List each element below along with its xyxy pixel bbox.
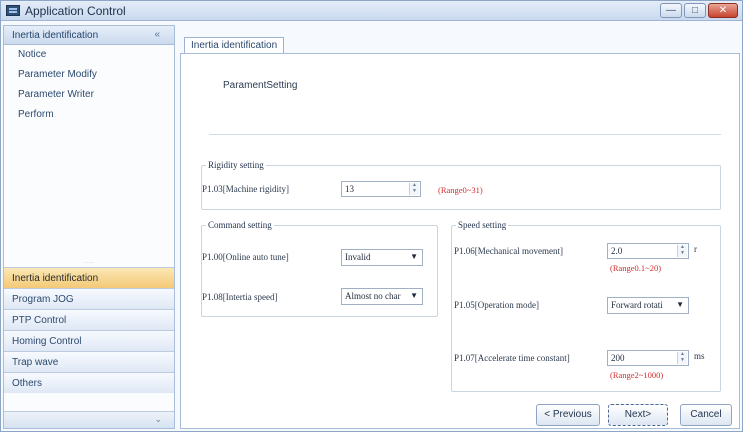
machine-rigidity-value: 13 xyxy=(345,184,354,194)
mechanical-movement-unit: r xyxy=(694,244,697,254)
operation-mode-label: P1.05[Operation mode] xyxy=(454,300,539,310)
cancel-button[interactable]: Cancel xyxy=(680,404,732,426)
nav-header[interactable]: Inertia identification « xyxy=(4,26,174,45)
accelerate-time-unit: ms xyxy=(694,351,705,361)
inertia-speed-select[interactable]: Almost no char ▼ xyxy=(341,288,423,305)
dropdown-arrow-icon: ▼ xyxy=(410,252,418,261)
tab-inertia-identification[interactable]: Inertia identification xyxy=(184,37,285,54)
dropdown-arrow-icon: ▼ xyxy=(676,300,684,309)
nav-item-perform[interactable]: Perform xyxy=(4,105,174,125)
online-auto-tune-select[interactable]: Invalid ▼ xyxy=(341,249,423,266)
speed-setting-group: Speed setting P1.06[Mechanical movement]… xyxy=(451,220,721,392)
minimize-button[interactable]: — xyxy=(660,3,682,18)
nav-sub-items: Notice Parameter Modify Parameter Writer… xyxy=(4,45,174,125)
rigidity-range: (Range0~31) xyxy=(438,185,483,195)
accelerate-time-range: (Range2~1000) xyxy=(610,370,664,380)
dropdown-arrow-icon: ▼ xyxy=(410,291,418,300)
nav-group-inertia-identification[interactable]: Inertia identification xyxy=(4,267,174,288)
online-auto-tune-value: Invalid xyxy=(345,252,371,262)
spinner-arrows-icon[interactable]: ▲ ▼ xyxy=(409,183,419,195)
spinner-arrows-icon[interactable]: ▲ ▼ xyxy=(677,352,687,364)
mechanical-movement-value: 2.0 xyxy=(611,246,623,256)
close-button[interactable]: ✕ xyxy=(708,3,738,18)
online-auto-tune-label: P1.00[Online auto tune] xyxy=(202,252,289,262)
nav-groups: Inertia identification Program JOG PTP C… xyxy=(4,267,174,393)
nav-group-homing-control[interactable]: Homing Control xyxy=(4,330,174,351)
maximize-button[interactable]: □ xyxy=(684,3,706,18)
page-title: ParamentSetting xyxy=(223,80,298,91)
application-window: Application Control — □ ✕ Inertia identi… xyxy=(0,0,743,432)
heading-divider xyxy=(209,134,721,135)
machine-rigidity-label: P1.03[Machine rigidity] xyxy=(202,184,289,194)
speed-legend: Speed setting xyxy=(458,220,507,230)
nav-group-others[interactable]: Others xyxy=(4,372,174,393)
command-legend: Command setting xyxy=(208,220,272,230)
nav-item-parameter-writer[interactable]: Parameter Writer xyxy=(4,85,174,105)
main-area: Inertia identification ParamentSetting R… xyxy=(180,25,740,429)
accelerate-time-value: 200 xyxy=(611,353,625,363)
nav-group-program-jog[interactable]: Program JOG xyxy=(4,288,174,309)
splitter-grip[interactable]: ····· xyxy=(4,259,174,267)
window-controls: — □ ✕ xyxy=(660,3,738,18)
content-panel: ParamentSetting Rigidity setting P1.03[M… xyxy=(180,53,740,429)
rigidity-legend: Rigidity setting xyxy=(208,160,264,170)
inertia-speed-value: Almost no char xyxy=(345,291,401,301)
previous-button[interactable]: < Previous xyxy=(536,404,600,426)
inertia-speed-label: P1.08[Intertia speed] xyxy=(202,292,278,302)
spinner-arrows-icon[interactable]: ▲ ▼ xyxy=(677,245,687,257)
nav-item-parameter-modify[interactable]: Parameter Modify xyxy=(4,65,174,85)
title-bar[interactable]: Application Control — □ ✕ xyxy=(1,1,742,21)
mechanical-movement-range: (Range0.1~20) xyxy=(610,263,662,273)
accelerate-time-spinner[interactable]: 200 ▲ ▼ xyxy=(607,350,689,366)
operation-mode-value: Forward rotati xyxy=(611,300,663,310)
nav-footer[interactable]: ⌄ xyxy=(4,411,174,428)
window-title: Application Control xyxy=(25,4,126,18)
operation-mode-select[interactable]: Forward rotati ▼ xyxy=(607,297,689,314)
command-setting-group: Command setting P1.00[Online auto tune] … xyxy=(201,220,438,317)
chevron-down-icon[interactable]: ⌄ xyxy=(154,414,162,425)
next-button[interactable]: Next> xyxy=(608,404,668,426)
navigation-pane: Inertia identification « Notice Paramete… xyxy=(3,25,175,429)
rigidity-setting-group: Rigidity setting P1.03[Machine rigidity]… xyxy=(201,160,721,210)
machine-rigidity-spinner[interactable]: 13 ▲ ▼ xyxy=(341,181,421,197)
mechanical-movement-label: P1.06[Mechanical movement] xyxy=(454,246,563,256)
mechanical-movement-spinner[interactable]: 2.0 ▲ ▼ xyxy=(607,243,689,259)
app-icon xyxy=(6,5,20,16)
nav-item-notice[interactable]: Notice xyxy=(4,45,174,65)
nav-header-label: Inertia identification xyxy=(12,30,99,41)
nav-group-trap-wave[interactable]: Trap wave xyxy=(4,351,174,372)
accelerate-time-label: P1.07[Accelerate time constant] xyxy=(454,353,570,363)
collapse-icon[interactable]: « xyxy=(154,29,160,40)
nav-group-ptp-control[interactable]: PTP Control xyxy=(4,309,174,330)
